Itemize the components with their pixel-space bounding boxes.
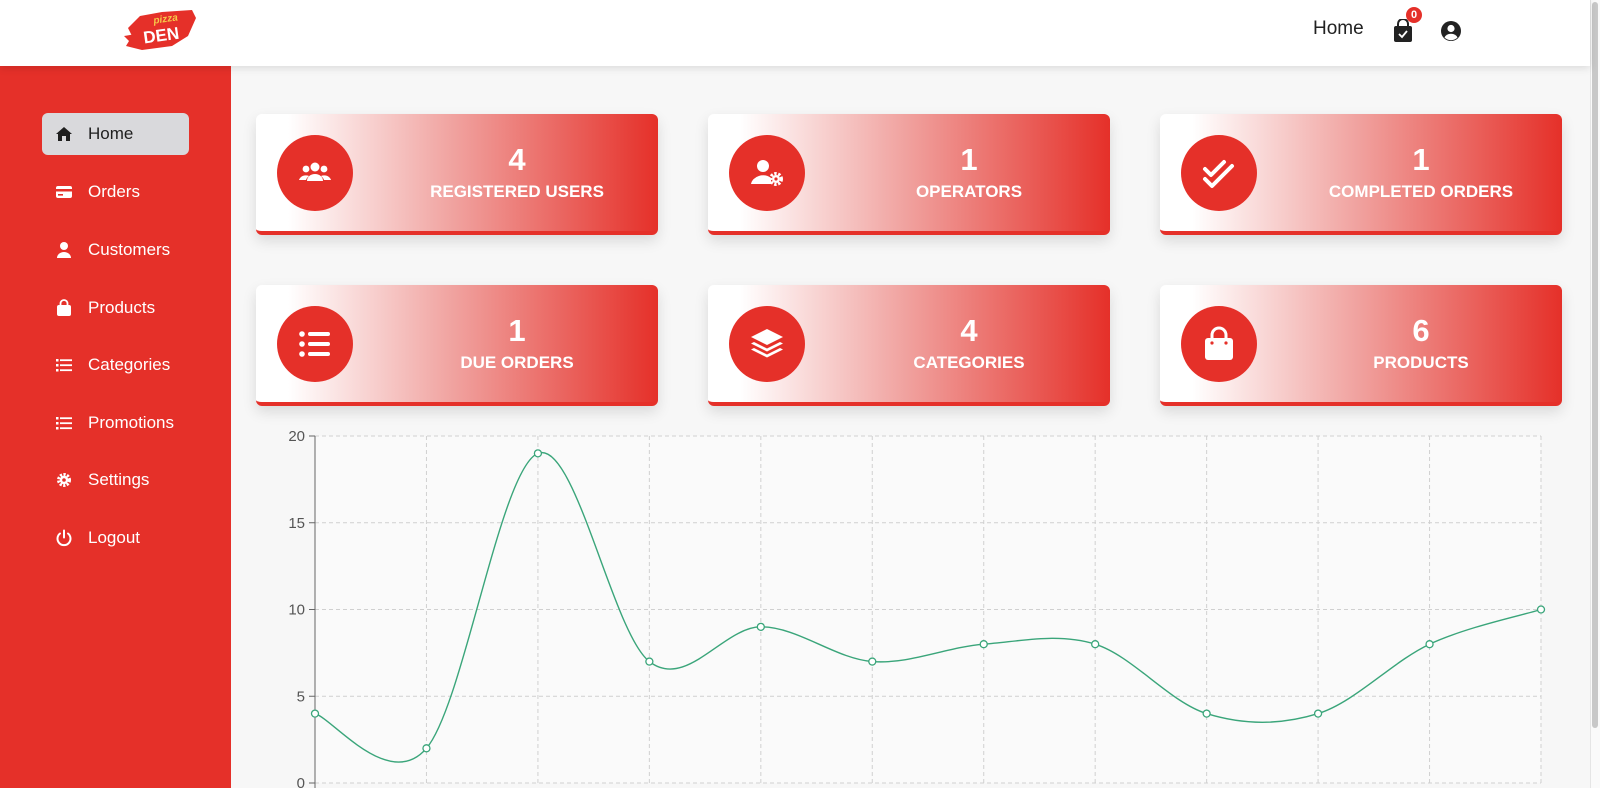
double-check-icon (1181, 135, 1257, 211)
list-icon (54, 413, 74, 433)
stat-label: DUE ORDERS (460, 353, 574, 372)
stat-card-categories[interactable]: 4 CATEGORIES (708, 285, 1110, 406)
data-point (1091, 640, 1100, 649)
home-icon (54, 124, 74, 144)
sidebar-item-label: Customers (88, 240, 171, 259)
shopping-bag-icon (54, 298, 74, 318)
sidebar: Home Orders Customers Products Categorie… (0, 66, 231, 788)
list-icon (277, 306, 353, 382)
top-header: pizza DEN Home 0 (0, 0, 1590, 66)
sidebar-item-label: Orders (88, 182, 140, 201)
sidebar-item-label: Settings (88, 470, 150, 489)
data-point (1425, 640, 1434, 649)
stat-value: 1 (508, 313, 526, 348)
line-chart-svg: 0 5 10 15 20 (288, 428, 1546, 788)
stat-value: 1 (1412, 142, 1430, 177)
stat-card-due-orders[interactable]: 1 DUE ORDERS (256, 285, 658, 406)
stat-card-operators[interactable]: 1 OPERATORS (708, 114, 1110, 235)
sidebar-item-home[interactable]: Home (42, 113, 189, 155)
data-point (979, 640, 988, 649)
data-point (645, 657, 654, 666)
nav-home-link[interactable]: Home (1313, 18, 1364, 40)
gear-icon (54, 470, 74, 490)
sidebar-item-products[interactable]: Products (42, 287, 189, 329)
layers-icon (729, 306, 805, 382)
data-point (422, 744, 431, 753)
sidebar-item-label: Logout (88, 528, 140, 547)
stat-value: 6 (1412, 313, 1430, 348)
sidebar-item-label: Categories (88, 355, 171, 374)
data-point (310, 709, 320, 718)
stat-card-completed-orders[interactable]: 1 COMPLETED ORDERS (1160, 114, 1562, 235)
sidebar-item-label: Home (88, 124, 134, 143)
sidebar-item-label: Promotions (88, 413, 174, 432)
power-icon (54, 528, 74, 548)
user-gear-icon (729, 135, 805, 211)
stat-label: OPERATORS (915, 182, 1023, 201)
sidebar-item-logout[interactable]: Logout (42, 517, 189, 559)
sidebar-item-promotions[interactable]: Promotions (42, 402, 189, 444)
scrollbar-thumb[interactable] (1592, 2, 1598, 728)
stat-label: CATEGORIES (913, 353, 1025, 372)
stat-value: 1 (960, 142, 978, 177)
stat-label: REGISTERED USERS (430, 182, 604, 201)
sidebar-item-label: Products (88, 298, 156, 317)
credit-card-icon (54, 182, 74, 202)
list-icon (54, 355, 74, 375)
cart-count-badge: 0 (1406, 7, 1422, 23)
pizza-den-logo[interactable]: pizza DEN (122, 6, 200, 54)
data-point (868, 657, 877, 666)
data-point (533, 449, 543, 458)
data-point (1536, 605, 1546, 614)
data-point (756, 622, 765, 632)
data-point (1313, 709, 1323, 718)
stat-value: 4 (960, 313, 978, 348)
orders-line-chart: 0 5 10 15 20 (255, 425, 1555, 788)
y-tick-label: 20 (288, 428, 305, 445)
users-icon (277, 135, 353, 211)
stat-label: COMPLETED ORDERS (1328, 182, 1514, 201)
stat-value: 4 (508, 142, 526, 177)
y-tick-label: 15 (288, 515, 305, 532)
y-tick-label: 0 (297, 775, 305, 788)
y-tick-label: 10 (288, 602, 305, 619)
sidebar-item-customers[interactable]: Customers (42, 229, 189, 271)
data-point (1202, 709, 1211, 718)
sidebar-item-categories[interactable]: Categories (42, 344, 189, 386)
sidebar-item-orders[interactable]: Orders (42, 171, 189, 213)
user-account-icon[interactable] (1440, 20, 1462, 42)
y-tick-label: 5 (297, 688, 305, 705)
sidebar-item-settings[interactable]: Settings (42, 459, 189, 501)
shopping-bag-icon (1181, 306, 1257, 382)
user-icon (54, 240, 74, 260)
stat-card-registered-users[interactable]: 4 REGISTERED USERS (256, 114, 658, 235)
stat-label: PRODUCTS (1373, 353, 1469, 372)
stat-card-products[interactable]: 6 PRODUCTS (1160, 285, 1562, 406)
